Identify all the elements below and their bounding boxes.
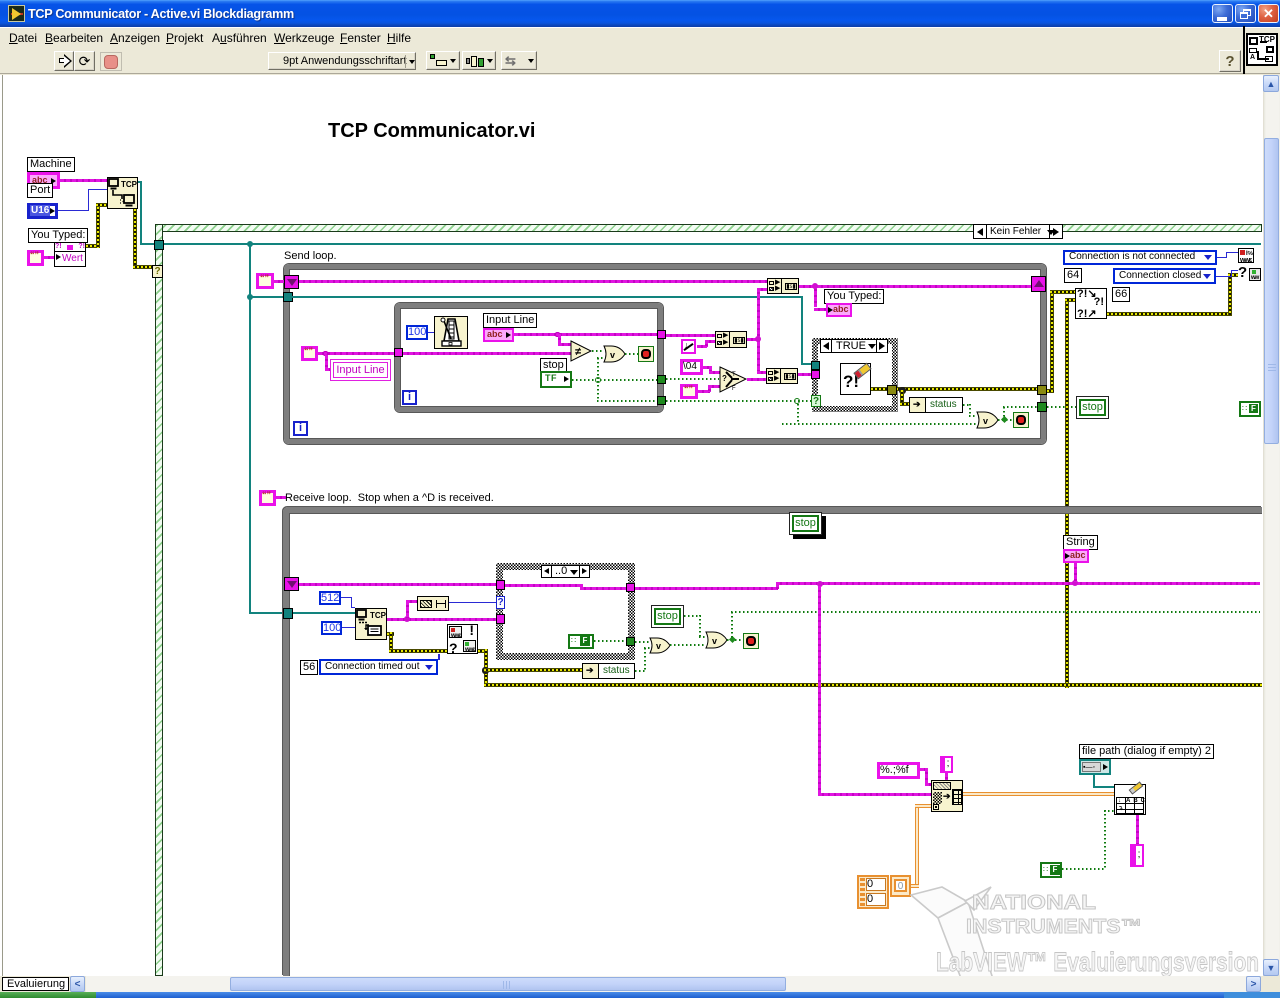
svg-text:v: v — [656, 641, 661, 651]
svg-text:?: ? — [722, 374, 727, 383]
svg-text:TCP: TCP — [370, 611, 386, 620]
svg-text:LabVIEW™ Evaluierungsversion: LabVIEW™ Evaluierungsversion — [936, 947, 1259, 976]
svg-text:F: F — [732, 386, 736, 392]
svg-text:v: v — [610, 350, 615, 360]
svg-text:NATIONAL: NATIONAL — [972, 892, 1096, 914]
svg-text:≠: ≠ — [575, 346, 581, 358]
svg-text:v: v — [983, 416, 988, 426]
svg-text:TCP: TCP — [121, 180, 137, 189]
svg-text:INSTRUMENTS™: INSTRUMENTS™ — [966, 916, 1142, 938]
svg-text:T: T — [732, 372, 736, 378]
svg-text:v: v — [712, 636, 717, 646]
